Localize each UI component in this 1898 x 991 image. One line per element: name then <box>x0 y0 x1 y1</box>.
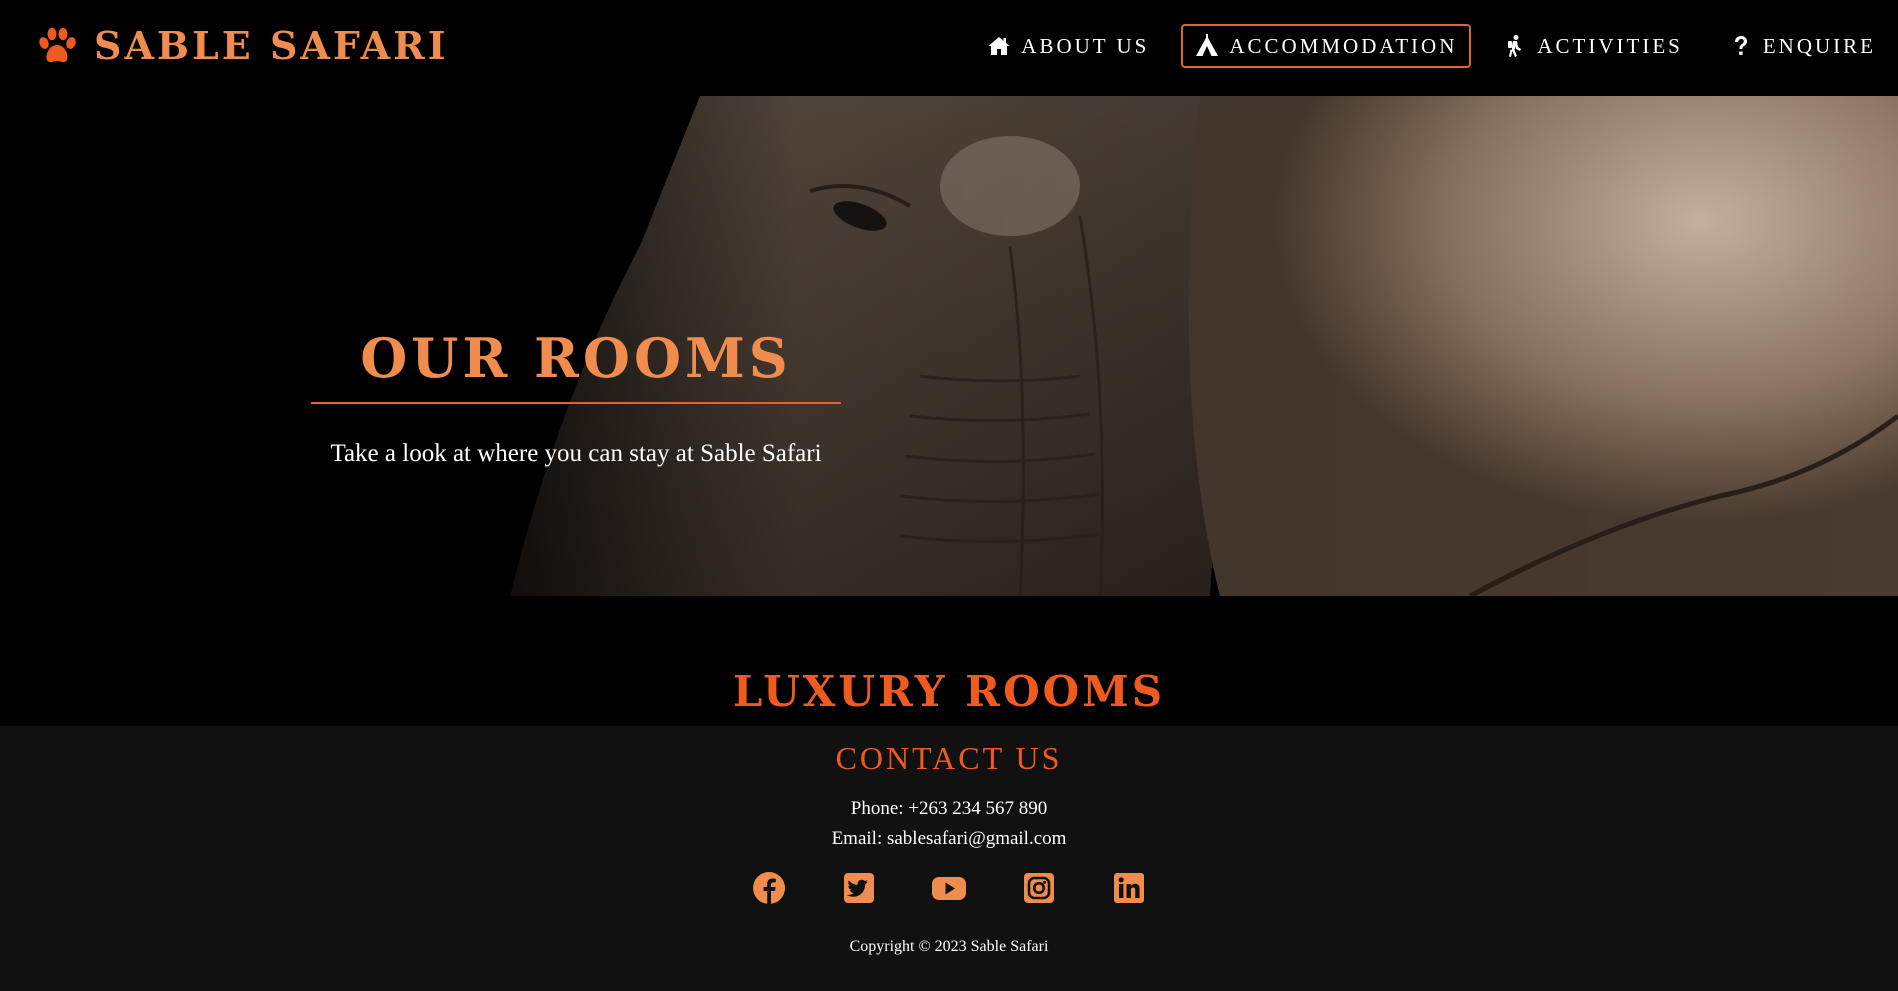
hero-title: OUR ROOMS <box>360 326 792 390</box>
nav-item-label: ACTIVITIES <box>1537 33 1683 58</box>
nav-item-accommodation[interactable]: ACCOMMODATION <box>1181 24 1472 68</box>
hiker-icon <box>1508 35 1522 57</box>
question-icon <box>1734 36 1747 55</box>
twitter-icon[interactable] <box>840 869 878 907</box>
nav-item-label: ENQUIRE <box>1762 33 1876 58</box>
logo[interactable]: SABLE SAFARI <box>36 22 448 70</box>
facebook-icon[interactable] <box>750 869 788 907</box>
contact-phone: Phone: +263 234 567 890 <box>850 798 1048 819</box>
copyright: Copyright © 2023 Sable Safari <box>849 938 1049 955</box>
nav-item-label: ABOUT US <box>1021 33 1150 58</box>
linkedin-icon[interactable] <box>1110 869 1148 907</box>
instagram-icon[interactable] <box>1020 869 1058 907</box>
hero-banner: OUR ROOMS Take a look at where you can s… <box>0 96 1898 596</box>
nav-item-enquire[interactable]: ENQUIRE <box>1715 24 1890 68</box>
social-links <box>0 869 1898 907</box>
elephant-photo <box>0 96 1898 596</box>
nav-item-label: ACCOMMODATION <box>1229 33 1458 58</box>
brand-name: SABLE SAFARI <box>94 23 449 68</box>
nav-item-activities[interactable]: ACTIVITIES <box>1489 24 1696 68</box>
youtube-icon[interactable] <box>930 869 968 907</box>
nav-item-about-us[interactable]: ABOUT US <box>973 24 1163 68</box>
site-footer: CONTACT US Phone: +263 234 567 890 Email… <box>0 726 1898 991</box>
section-title: LUXURY ROOMS <box>732 667 1166 716</box>
home-icon <box>988 37 1010 55</box>
contact-email[interactable]: Email: sablesafari@gmail.com <box>0 828 1898 850</box>
hero-subtitle: Take a look at where you can stay at Sab… <box>330 440 822 467</box>
tent-icon <box>1196 34 1219 56</box>
site-header: SABLE SAFARI ABOUT US ACCOMMODATION ACTI… <box>0 0 1898 96</box>
footer-title: CONTACT US <box>835 740 1063 776</box>
hero-divider <box>311 402 841 404</box>
main-nav: ABOUT US ACCOMMODATION ACTIVITIES ENQUIR… <box>973 24 1890 68</box>
paw-icon <box>39 27 76 63</box>
